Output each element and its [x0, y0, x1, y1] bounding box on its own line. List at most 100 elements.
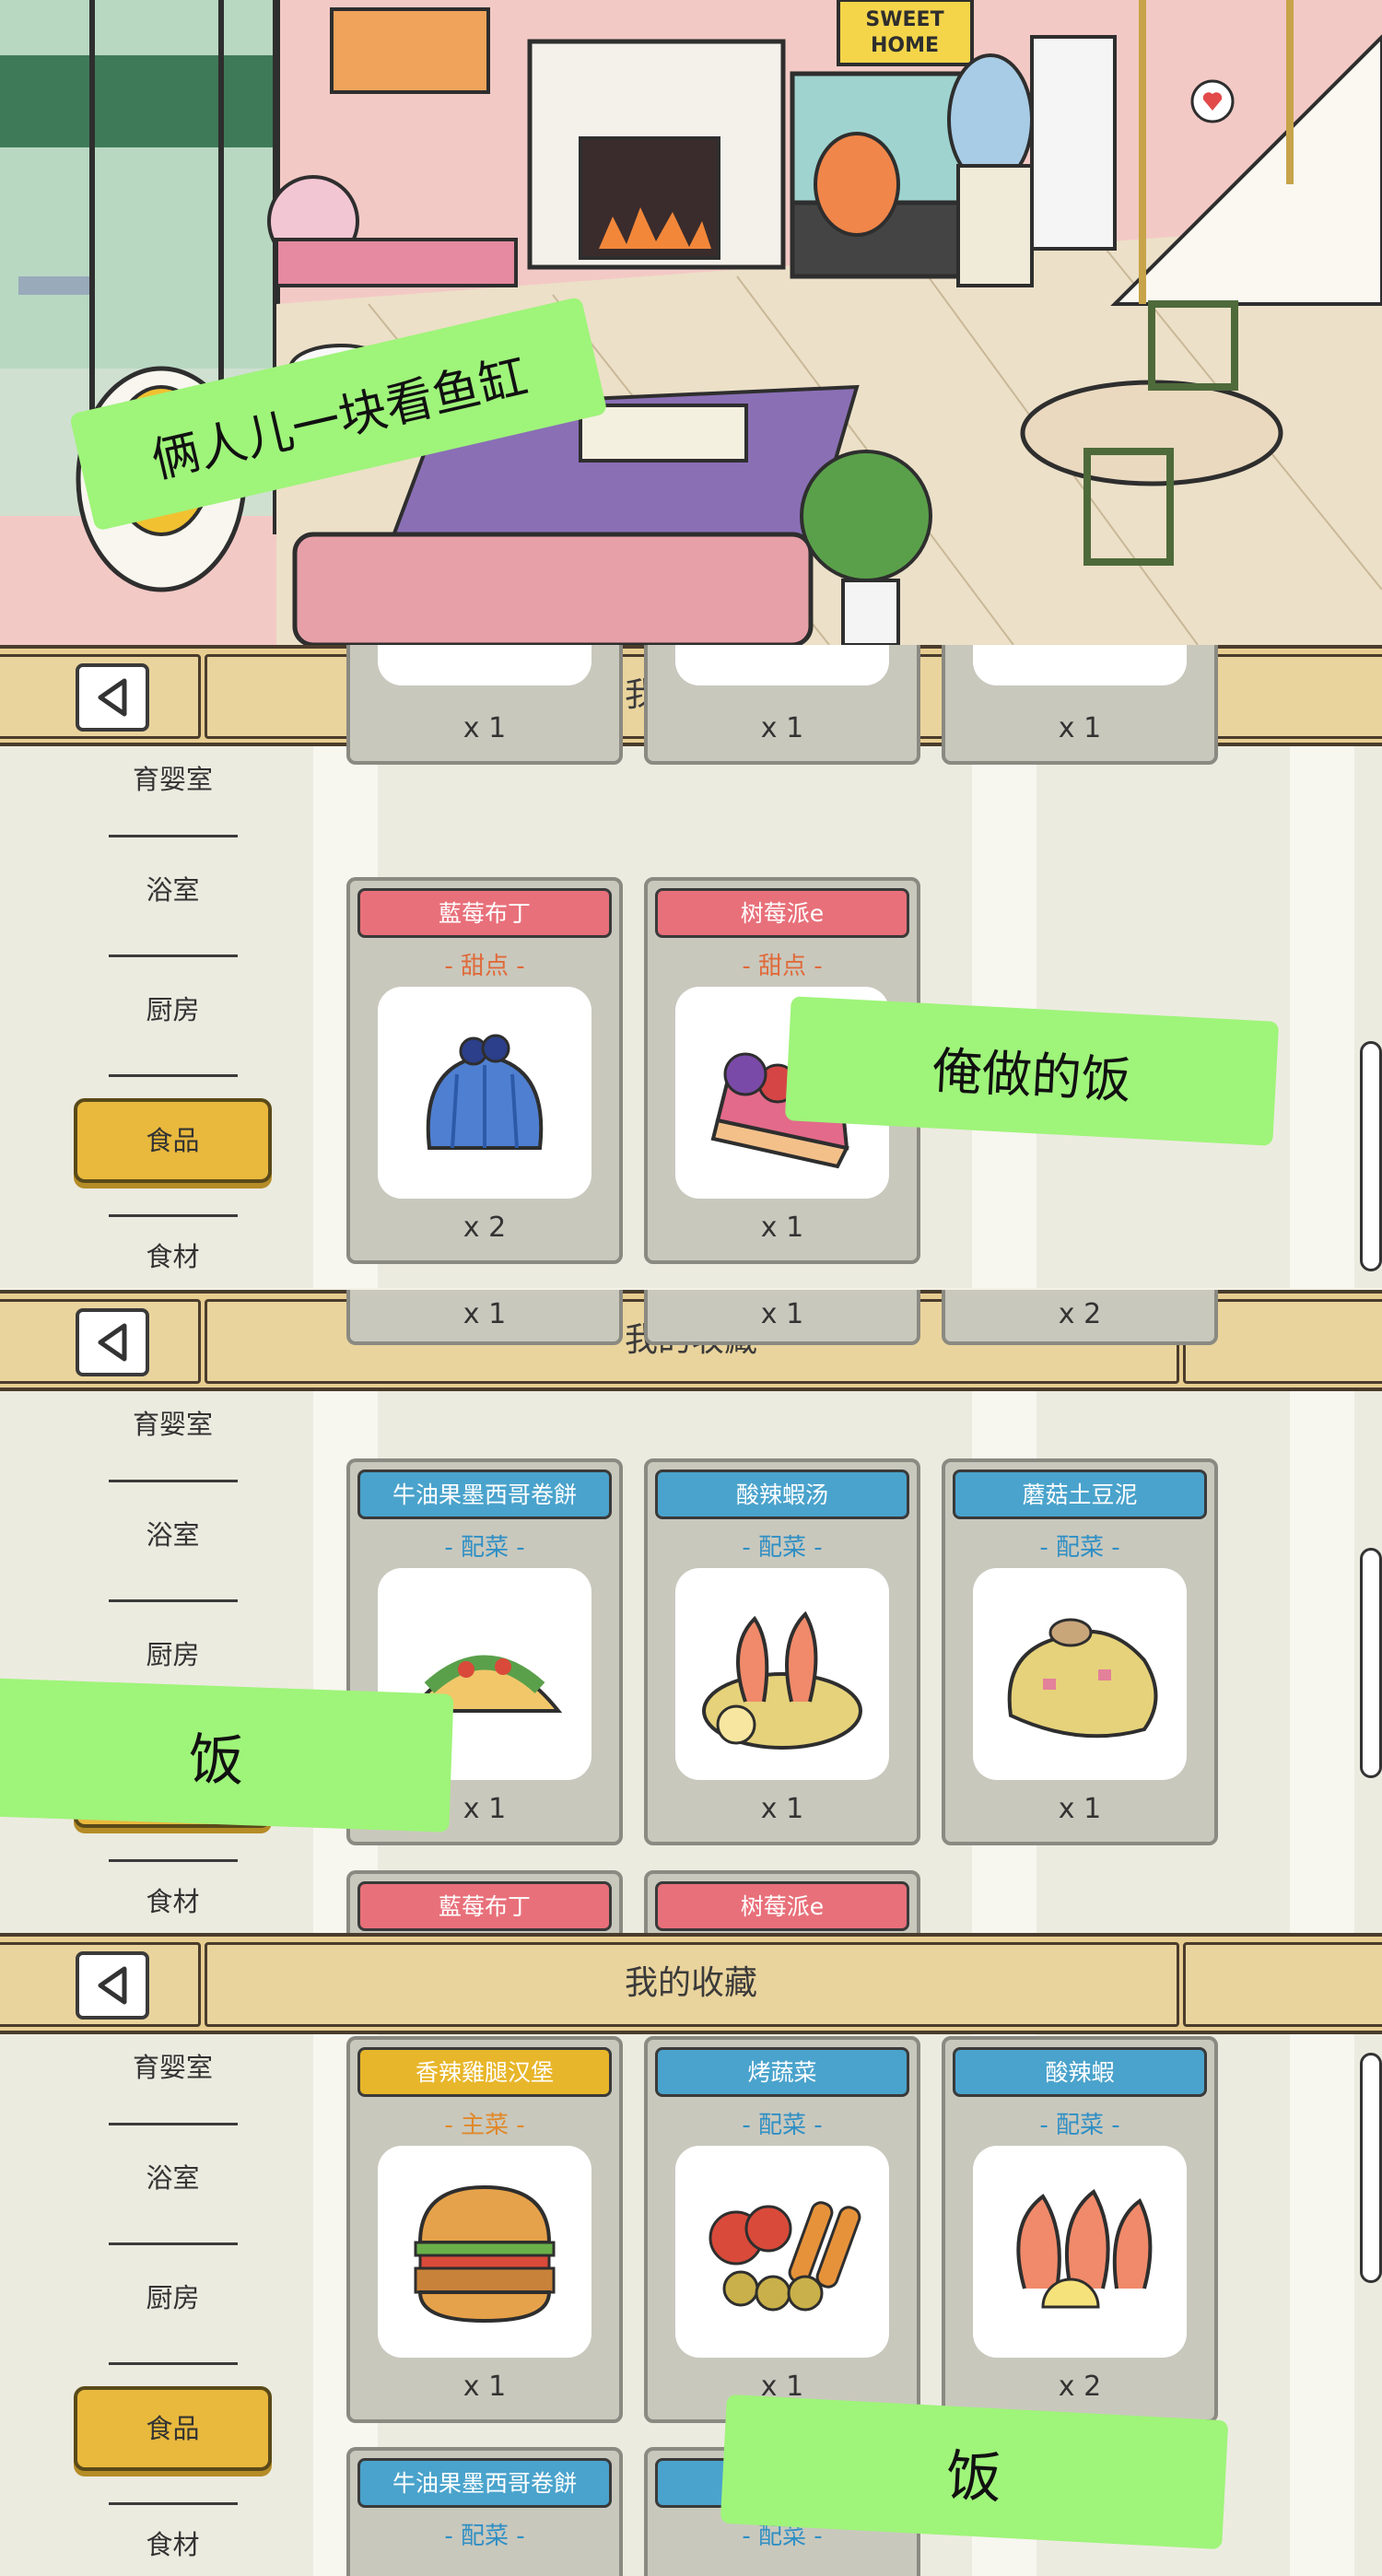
sidebar-item-kitchen[interactable]: 厨房 — [74, 2265, 272, 2331]
sidebar-item-ingredients[interactable]: 食材 — [74, 2512, 272, 2576]
card-quantity: x 1 — [463, 2371, 507, 2403]
card-quantity: x 2 — [463, 1212, 507, 1244]
card-category: - 甜点 - — [742, 953, 823, 980]
collection-card[interactable]: x 1 — [942, 645, 1218, 765]
blueberry-pudding-icon — [426, 1034, 544, 1150]
nav-divider — [109, 2123, 238, 2125]
nav-divider — [109, 1214, 238, 1217]
shrimp-icon — [1016, 2189, 1153, 2309]
card-quantity: x 1 — [1058, 712, 1102, 744]
card-name: 酸辣蝦 — [953, 2047, 1207, 2097]
panel2-caption: 饭 — [0, 1678, 454, 1832]
collection-card[interactable]: 牛油果墨西哥卷餅 - 配菜 - — [346, 2447, 623, 2576]
sidebar-item-kitchen[interactable]: 厨房 — [74, 1622, 272, 1688]
back-button[interactable] — [76, 663, 149, 732]
scrollbar[interactable] — [1360, 1548, 1382, 1778]
panel1-caption-text: 俺做的饭 — [931, 1041, 1133, 1110]
roasted-vegetables-icon — [709, 2201, 861, 2312]
nav-divider — [109, 2362, 238, 2365]
panel3-caption-text: 饭 — [944, 2442, 1004, 2512]
nav-divider — [109, 2502, 238, 2505]
back-arrow-icon — [98, 678, 127, 717]
collection-card[interactable]: 烤蔬菜 - 配菜 - x 1 — [644, 2036, 920, 2423]
sidebar-item-nursery[interactable]: 育婴室 — [74, 1391, 272, 1458]
card-category: - 甜点 - — [444, 953, 525, 980]
nav-divider — [109, 1480, 238, 1482]
scrollbar[interactable] — [1360, 2053, 1382, 2283]
back-arrow-icon — [98, 1323, 127, 1362]
panel3-caption: 饭 — [720, 2394, 1229, 2550]
nav-divider — [109, 2242, 238, 2245]
nav-divider — [109, 954, 238, 957]
scrollbar[interactable] — [1360, 1041, 1382, 1271]
card-category: - 配菜 - — [444, 2523, 525, 2550]
collection-card[interactable]: 蘑菇土豆泥 - 配菜 - x 1 — [942, 1458, 1218, 1845]
sidebar-item-bathroom[interactable]: 浴室 — [74, 857, 272, 923]
collection-card[interactable]: 藍莓布丁 — [346, 1870, 623, 1933]
card-name: 蘑菇土豆泥 — [953, 1469, 1207, 1519]
collection-card[interactable]: 藍莓布丁 - 甜点 - x 2 — [346, 877, 623, 1264]
nav-divider — [109, 1599, 238, 1602]
card-category: - 配菜 - — [1039, 1534, 1120, 1562]
back-arrow-icon — [98, 1966, 127, 2005]
card-name: 牛油果墨西哥卷餅 — [357, 2458, 612, 2508]
page-title: 我的收藏 — [624, 1964, 757, 2002]
sign-line1: SWEET — [865, 8, 943, 31]
collection-card[interactable]: x 2 — [942, 1290, 1218, 1345]
back-button[interactable] — [76, 1951, 149, 2020]
card-category: - 配菜 - — [742, 2112, 823, 2139]
collection-card[interactable]: x 1 — [644, 645, 920, 765]
sidebar-item-bathroom[interactable]: 浴室 — [74, 2145, 272, 2211]
sidebar-item-food[interactable]: 食品 — [74, 1098, 272, 1183]
card-category: - 配菜 - — [742, 1534, 823, 1562]
sidebar-item-bathroom[interactable]: 浴室 — [74, 1502, 272, 1568]
card-quantity: x 1 — [760, 1793, 804, 1825]
collection-card[interactable]: x 1 — [644, 1290, 920, 1345]
collection-card[interactable]: 香辣雞腿汉堡 - 主菜 - x 1 — [346, 2036, 623, 2423]
collection-card[interactable]: 酸辣蝦汤 - 配菜 - x 1 — [644, 1458, 920, 1845]
card-category: - 配菜 - — [444, 1534, 525, 1562]
sidebar-item-food[interactable]: 食品 — [74, 2386, 272, 2471]
collection-panel-2: 我的收藏 育婴室 浴室 厨房 食品 食材 x 1 x 1 x 2 牛油果墨西哥卷… — [0, 1290, 1382, 1933]
card-quantity: x 2 — [1058, 2371, 1102, 2403]
nav-divider — [109, 835, 238, 837]
sidebar-item-ingredients[interactable]: 食材 — [74, 1868, 272, 1933]
card-quantity: x 1 — [760, 1212, 804, 1244]
card-name: 香辣雞腿汉堡 — [357, 2047, 612, 2097]
sidebar-item-nursery[interactable]: 育婴室 — [74, 2034, 272, 2101]
card-quantity: x 1 — [760, 1298, 804, 1330]
card-quantity: x 1 — [463, 1298, 507, 1330]
back-button[interactable] — [76, 1308, 149, 1376]
card-quantity: x 2 — [1058, 1298, 1102, 1330]
collection-card[interactable]: x 1 — [346, 645, 623, 765]
nav-divider — [109, 1074, 238, 1077]
card-name: 藍莓布丁 — [357, 1881, 612, 1931]
collection-card[interactable]: x 1 — [346, 1290, 623, 1345]
card-name: 树莓派e — [655, 888, 909, 938]
collection-card[interactable]: 酸辣蝦 - 配菜 - x 2 — [942, 2036, 1218, 2423]
card-quantity: x 1 — [760, 712, 804, 744]
card-name: 牛油果墨西哥卷餅 — [357, 1469, 612, 1519]
panel1-caption: 俺做的饭 — [784, 996, 1280, 1146]
card-name: 酸辣蝦汤 — [655, 1469, 909, 1519]
mashed-potato-icon — [1007, 1618, 1158, 1739]
panel2-caption-text: 饭 — [187, 1727, 246, 1794]
card-name: 树莓派e — [655, 1881, 909, 1931]
sign-line2: HOME — [871, 34, 939, 57]
sidebar-item-nursery[interactable]: 育婴室 — [74, 746, 272, 813]
nav-divider — [109, 1859, 238, 1862]
header-bar: 我的收藏 — [0, 1933, 1382, 2034]
burger-icon — [414, 2184, 556, 2324]
card-name: 藍莓布丁 — [357, 888, 612, 938]
sidebar-item-kitchen[interactable]: 厨房 — [74, 977, 272, 1043]
collection-panel-1: 我的收藏 育婴室 浴室 厨房 食品 食材 x 1 x 1 x 1 藍莓布丁 - … — [0, 645, 1382, 1288]
card-quantity: x 1 — [463, 712, 507, 744]
collection-card[interactable]: 树莓派e — [644, 1870, 920, 1933]
card-quantity: x 1 — [1058, 1793, 1102, 1825]
card-category: - 主菜 - — [444, 2112, 525, 2139]
game-scene: SWEET HOME 俩人儿一块看鱼缸 — [0, 0, 1382, 645]
collection-panel-3: 我的收藏 育婴室 浴室 厨房 食品 食材 香辣雞腿汉堡 - 主菜 - x 1 烤… — [0, 1933, 1382, 2576]
sidebar-item-ingredients[interactable]: 食材 — [74, 1224, 272, 1288]
card-category: - 配菜 - — [1039, 2112, 1120, 2139]
card-name: 烤蔬菜 — [655, 2047, 909, 2097]
